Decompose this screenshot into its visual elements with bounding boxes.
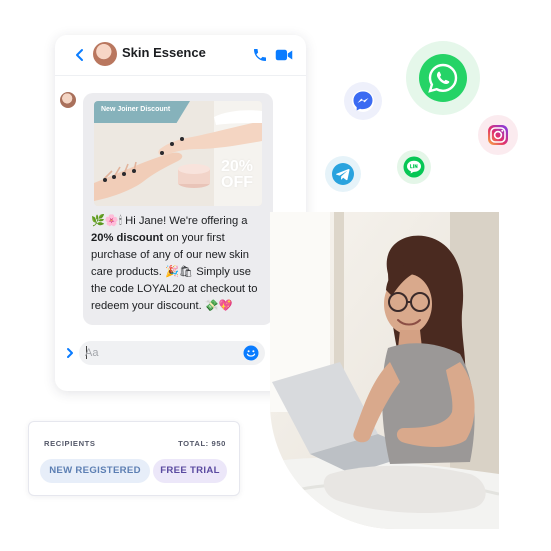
recipients-label: RECIPIENTS: [44, 439, 96, 448]
message-emojis-end: 💸💖: [204, 300, 233, 312]
phone-icon[interactable]: [252, 47, 268, 63]
line-icon[interactable]: [397, 150, 431, 184]
promo-discount: 20% OFF: [215, 159, 259, 191]
promo-off: OFF: [221, 174, 253, 191]
message-composer[interactable]: [79, 341, 265, 365]
messenger-icon[interactable]: [344, 82, 382, 120]
promo-tag: New Joiner Discount: [94, 101, 190, 123]
whatsapp-icon[interactable]: [406, 41, 480, 115]
message-part1: Hi Jane! We're offering a: [122, 215, 248, 227]
back-arrow-icon[interactable]: [72, 47, 88, 63]
sender-avatar: [60, 92, 76, 108]
message-bold: 20% discount: [91, 232, 164, 244]
telegram-icon[interactable]: [325, 156, 361, 192]
message-emojis-mid: 🎉🛍: [165, 266, 194, 278]
woman-laptop-photo: [270, 212, 499, 529]
recipients-total: TOTAL: 950: [178, 439, 226, 448]
message-bubble: New Joiner Discount 20% OFF 🌿🌸🕯 Hi Jane!…: [83, 93, 273, 325]
instagram-icon[interactable]: [478, 115, 518, 155]
emoji-icon[interactable]: [243, 345, 259, 361]
contact-avatar[interactable]: [93, 42, 117, 66]
send-arrow-icon[interactable]: [65, 347, 75, 359]
photo-illustration: [270, 212, 499, 529]
chip-new-registered[interactable]: NEW REGISTERED: [40, 459, 150, 483]
chat-header: Skin Essence: [55, 35, 306, 75]
recipients-card: RECIPIENTS TOTAL: 950 NEW REGISTERED FRE…: [28, 421, 240, 496]
message-emojis-start: 🌿🌸🕯: [91, 215, 123, 227]
chip-free-trial[interactable]: FREE TRIAL: [153, 459, 227, 483]
chat-window: Skin Essence New Joiner Discount 20% OFF…: [55, 35, 306, 391]
video-icon[interactable]: [275, 48, 293, 62]
message-text: 🌿🌸🕯 Hi Jane! We're offering a 20% discou…: [91, 213, 269, 315]
promo-percent: 20%: [220, 158, 254, 175]
promo-tag-text: New Joiner Discount: [101, 106, 171, 113]
promo-image[interactable]: New Joiner Discount 20% OFF: [94, 101, 262, 206]
message-input[interactable]: [85, 345, 225, 361]
contact-name[interactable]: Skin Essence: [122, 45, 206, 60]
